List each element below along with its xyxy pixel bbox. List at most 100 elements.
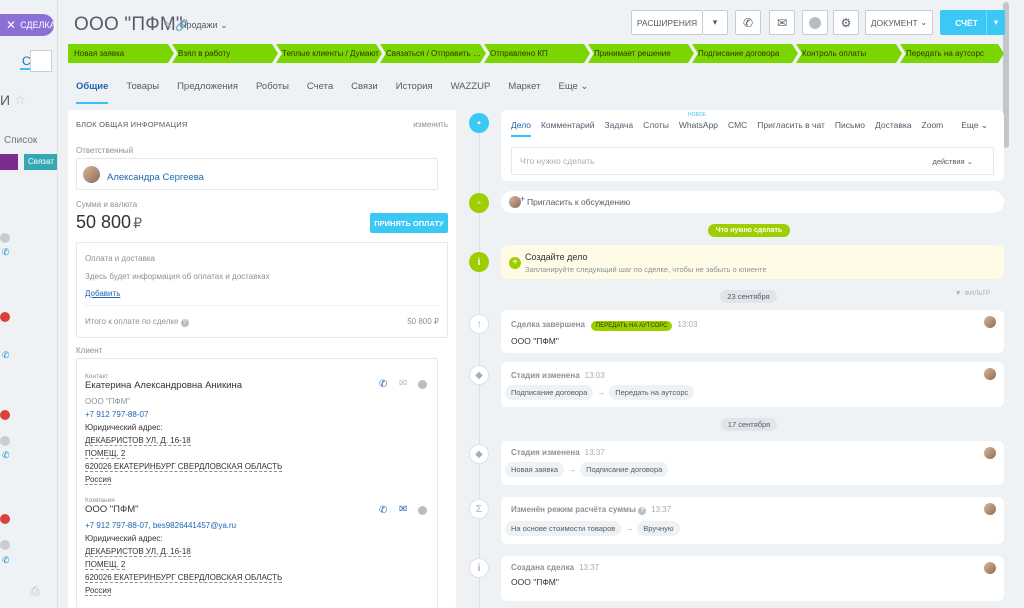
tab-products[interactable]: Товары <box>126 81 159 97</box>
backdrop-phone-icon[interactable]: ✆ <box>2 247 10 257</box>
invoice-dropdown-button[interactable]: ▾ <box>986 10 1005 35</box>
editor-tab-sms[interactable]: СМС <box>728 120 747 130</box>
event-time: 13:37 <box>651 505 672 514</box>
create-task-card[interactable]: + Создайте дело Запланируйте следующий ш… <box>501 245 1004 279</box>
backdrop-export-button[interactable] <box>30 50 52 72</box>
responsible-name[interactable]: Александра Сергеева <box>107 172 204 183</box>
editor-tab-task[interactable]: Дело <box>511 120 531 137</box>
stage-item[interactable]: Новая заявка <box>68 44 174 63</box>
chevron-down-icon: ⌄ <box>580 81 589 92</box>
tab-more[interactable]: Еще ⌄ <box>559 81 589 97</box>
tab-robots[interactable]: Роботы <box>256 81 289 97</box>
stage-item[interactable]: Связаться / Отправить ф... <box>380 44 486 63</box>
stage-item[interactable]: Отправлено КП <box>484 44 590 63</box>
help-icon[interactable]: ? <box>638 507 647 515</box>
stage-item[interactable]: Теплые клиенты / Думают <box>276 44 382 63</box>
contact-phone[interactable]: +7 912 797-88-07 <box>85 410 148 419</box>
contact-name[interactable]: Екатерина Александровна Аникина <box>85 380 242 391</box>
backdrop-phone-icon[interactable]: ✆ <box>2 450 10 460</box>
backdrop-user-icon <box>0 410 10 420</box>
client-label: Клиент <box>76 346 103 355</box>
editor-tab-email[interactable]: Письмо <box>835 120 865 130</box>
phone-icon[interactable]: ✆ <box>379 505 387 516</box>
block-edit-link[interactable]: изменить <box>413 120 448 129</box>
editor-tab-whatsapp[interactable]: WhatsApp <box>679 120 718 130</box>
tab-quotes[interactable]: Предложения <box>177 81 238 97</box>
responsible-field[interactable]: Александра Сергеева <box>76 158 438 190</box>
tab-market[interactable]: Маркет <box>508 81 540 97</box>
stage-item[interactable]: Взял в работу <box>172 44 278 63</box>
email-button[interactable]: ✉ <box>769 10 795 35</box>
document-button[interactable]: ДОКУМЕНТ ⌄ <box>865 10 933 35</box>
editor-tab-delivery[interactable]: Доставка <box>875 120 912 130</box>
contact-company[interactable]: ООО "ПФМ" <box>85 397 130 406</box>
call-button[interactable]: ✆ <box>735 10 761 35</box>
add-icon: + <box>520 194 526 204</box>
tab-links[interactable]: Связи <box>351 81 378 97</box>
event-deal-closed: Сделка завершена ПЕРЕДАТЬ НА АУТСОРС 13:03… <box>501 310 1004 353</box>
editor-tab-comment[interactable]: Комментарий <box>541 120 595 130</box>
company-contacts[interactable]: +7 912 797-88-07, bes9826441457@ya.ru <box>85 521 236 530</box>
mail-icon[interactable]: ✉ <box>399 378 407 389</box>
address-line: 620026 ЕКАТЕРИНБУРГ СВЕРДЛОВСКАЯ ОБЛАСТЬ <box>85 573 283 583</box>
phone-icon[interactable]: ✆ <box>379 379 387 390</box>
extensions-button[interactable]: РАСШИРЕНИЯ <box>631 10 703 35</box>
stage-item[interactable]: Подписание договора <box>692 44 798 63</box>
settings-button[interactable]: ⚙ <box>833 10 859 35</box>
total-label: Итого к оплате по сделке ? <box>85 317 189 327</box>
address-line: Россия <box>85 586 112 596</box>
tag-icon: ◆ <box>475 448 483 460</box>
backdrop-phone-icon[interactable]: ✆ <box>2 350 10 360</box>
tab-invoices[interactable]: Счета <box>307 81 333 97</box>
payment-add-link[interactable]: Добавить <box>85 289 120 298</box>
backdrop-stage-purple <box>0 154 18 170</box>
stage-item[interactable]: Принимает решение <box>588 44 694 63</box>
create-task-hint: Запланируйте следующий шаг по сделке, чт… <box>525 265 767 274</box>
event-time: 13:03 <box>584 371 605 380</box>
avatar <box>984 368 996 380</box>
task-input[interactable]: Что нужно сделать действия ⌄ <box>511 147 994 175</box>
editor-tab-todo[interactable]: Задача <box>605 120 634 130</box>
editor-tab-more-label: Еще <box>961 120 979 130</box>
event-dot: Σ <box>469 499 489 519</box>
phone-icon: ✆ <box>742 15 754 30</box>
star-icon[interactable]: ☆ <box>14 92 26 108</box>
backdrop-print-icon[interactable]: ⎙ <box>30 584 40 599</box>
stage-label: Новая заявка <box>74 49 125 58</box>
tab-history[interactable]: История <box>396 81 433 97</box>
tab-general[interactable]: Общие <box>76 81 109 104</box>
date-separator: 17 сентября <box>721 418 777 431</box>
event-dot: i <box>469 558 489 578</box>
pipeline-selector[interactable]: Продажи ⌄ <box>180 20 228 31</box>
event-text: ООО "ПФМ" <box>511 577 559 587</box>
event-title-text: Стадия изменена <box>511 448 580 457</box>
mail-icon[interactable]: ✉ <box>399 504 407 515</box>
activity-editor: Дело Комментарий Задача Слоты WhatsApp С… <box>501 110 1004 181</box>
extensions-dropdown-button[interactable]: ▾ <box>703 10 728 35</box>
backdrop-list-view[interactable]: Список <box>4 135 37 146</box>
editor-tab-more[interactable]: Еще ⌄ <box>961 120 988 131</box>
skype-icon[interactable] <box>418 506 427 515</box>
actions-dropdown[interactable]: действия ⌄ <box>932 157 973 166</box>
backdrop-phone-icon[interactable]: ✆ <box>2 555 10 565</box>
editor-tab-invite-chat[interactable]: Пригласить в чат <box>757 120 825 130</box>
skype-icon[interactable] <box>418 380 427 389</box>
add-icon[interactable]: + <box>509 257 521 269</box>
accept-payment-button[interactable]: ПРИНЯТЬ ОПЛАТУ <box>370 213 448 233</box>
editor-tab-zoom[interactable]: Zoom <box>922 120 944 130</box>
stage-item[interactable]: Контроль оплаты <box>796 44 902 63</box>
address-line: 620026 ЕКАТЕРИНБУРГ СВЕРДЛОВСКАЯ ОБЛАСТЬ <box>85 462 283 472</box>
stage-from: Новая заявка <box>505 462 565 477</box>
legal-address-label: Юридический адрес: <box>85 423 163 432</box>
editor-tab-slots[interactable]: Слоты <box>643 120 669 130</box>
skype-button[interactable] <box>802 10 828 35</box>
tab-wazzup[interactable]: WAZZUP <box>451 81 491 97</box>
address-line: ДЕКАБРИСТОВ УЛ, Д. 16-18 <box>85 547 191 557</box>
company-name[interactable]: ООО "ПФМ" <box>85 504 139 515</box>
close-slider-button[interactable]: ✕ СДЕЛКА <box>0 14 56 36</box>
stage-item[interactable]: Передать на аутсорс <box>900 44 1004 63</box>
invite-discussion[interactable]: + Пригласить к обсуждению <box>501 191 1004 213</box>
filter-button[interactable]: ▼ ФИЛЬТР <box>955 290 990 297</box>
event-title: Изменён режим расчёта суммы ? 13:37 <box>511 505 671 515</box>
help-icon[interactable]: ? <box>180 319 189 327</box>
